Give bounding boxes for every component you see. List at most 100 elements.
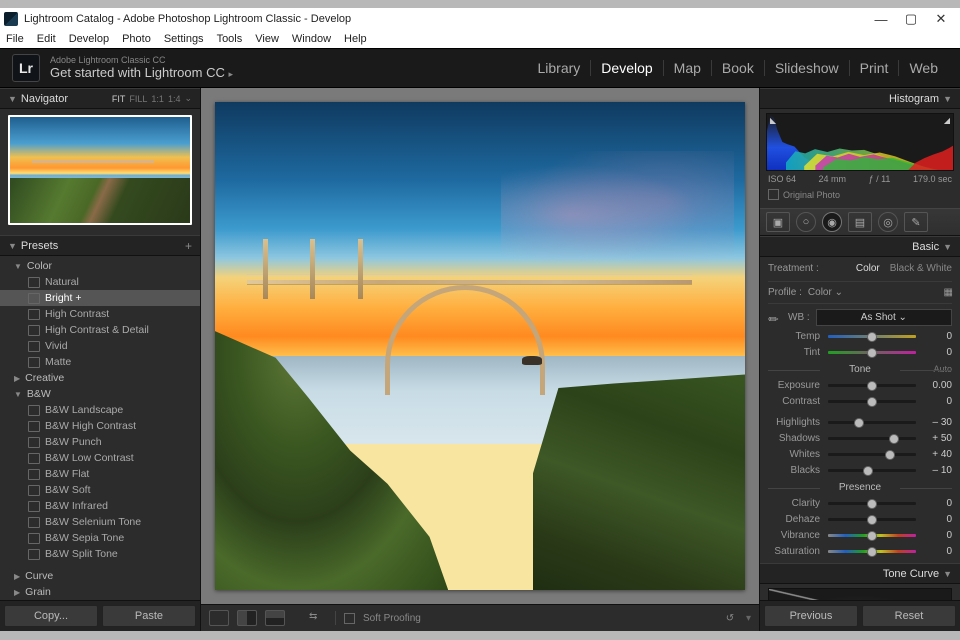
preset-group-curve[interactable]: ▶Curve: [0, 568, 200, 584]
preset-item[interactable]: B&W Low Contrast: [0, 450, 200, 466]
add-preset-icon[interactable]: +: [185, 239, 192, 253]
right-panel: Histogram ▼ ◣ ◢ ISO 64 24 mm ƒ / 11 179.…: [759, 88, 960, 631]
module-slideshow[interactable]: Slideshow: [765, 60, 850, 76]
menu-window[interactable]: Window: [288, 33, 335, 45]
preset-item[interactable]: B&W Sepia Tone: [0, 530, 200, 546]
nav-ratio-menu-icon[interactable]: ⌄: [184, 93, 192, 104]
preset-item[interactable]: Vivid: [0, 338, 200, 354]
tint-slider[interactable]: [828, 351, 916, 354]
wb-label: WB :: [788, 312, 810, 323]
nav-ratio[interactable]: 1:4: [168, 94, 181, 104]
gradient-tool-icon[interactable]: ▤: [848, 212, 872, 232]
menu-tools[interactable]: Tools: [213, 33, 247, 45]
eyedropper-icon[interactable]: ✎: [765, 308, 785, 328]
menu-photo[interactable]: Photo: [118, 33, 155, 45]
shadows-slider[interactable]: [828, 437, 916, 440]
preset-item[interactable]: B&W High Contrast: [0, 418, 200, 434]
blacks-slider[interactable]: [828, 469, 916, 472]
copy-button[interactable]: Copy...: [4, 605, 98, 627]
treatment-bw[interactable]: Black & White: [890, 263, 952, 274]
preset-item[interactable]: B&W Selenium Tone: [0, 514, 200, 530]
preset-item[interactable]: B&W Flat: [0, 466, 200, 482]
presets-title: Presets: [21, 240, 58, 252]
basic-header[interactable]: Basic ▼: [760, 236, 960, 257]
module-book[interactable]: Book: [712, 60, 765, 76]
vibrance-slider[interactable]: [828, 534, 916, 537]
previous-button[interactable]: Previous: [764, 605, 858, 627]
nav-fit[interactable]: FIT: [112, 94, 126, 104]
preset-item[interactable]: B&W Landscape: [0, 402, 200, 418]
crop-tool-icon[interactable]: ▣: [766, 212, 790, 232]
preset-item[interactable]: B&W Infrared: [0, 498, 200, 514]
close-button[interactable]: ✕: [926, 8, 956, 30]
preset-item[interactable]: High Contrast: [0, 306, 200, 322]
module-develop[interactable]: Develop: [591, 60, 663, 76]
preset-group-creative[interactable]: ▶Creative: [0, 370, 200, 386]
navigator-header[interactable]: ▼ Navigator FIT FILL 1:1 1:4 ⌄: [0, 88, 200, 109]
nav-fill[interactable]: FILL: [129, 94, 147, 104]
identity-plate[interactable]: Adobe Lightroom Classic CC Get started w…: [50, 56, 233, 80]
menu-edit[interactable]: Edit: [33, 33, 60, 45]
preset-item[interactable]: Natural: [0, 274, 200, 290]
menu-file[interactable]: File: [2, 33, 28, 45]
reset-button[interactable]: Reset: [862, 605, 956, 627]
swap-icon[interactable]: ⇆: [309, 611, 327, 625]
whites-slider[interactable]: [828, 453, 916, 456]
menu-settings[interactable]: Settings: [160, 33, 208, 45]
soft-proof-checkbox[interactable]: [344, 613, 355, 624]
radial-tool-icon[interactable]: ◎: [878, 212, 898, 232]
menu-view[interactable]: View: [251, 33, 283, 45]
nav-1to1[interactable]: 1:1: [151, 94, 164, 104]
redeye-tool-icon[interactable]: ◉: [822, 212, 842, 232]
minimize-button[interactable]: —: [866, 8, 896, 30]
preset-group-bw[interactable]: ▼B&W: [0, 386, 200, 402]
loupe-view-icon[interactable]: [209, 610, 229, 626]
histogram-chart[interactable]: ◣ ◢: [766, 113, 954, 171]
saturation-slider[interactable]: [828, 550, 916, 553]
tonecurve-chart[interactable]: [768, 588, 952, 600]
menu-develop[interactable]: Develop: [65, 33, 113, 45]
preset-item[interactable]: Matte: [0, 354, 200, 370]
original-checkbox[interactable]: [768, 189, 779, 200]
toolbar-switch-icon[interactable]: ↺: [722, 610, 738, 626]
maximize-button[interactable]: ▢: [896, 8, 926, 30]
histogram-header[interactable]: Histogram ▼: [760, 88, 960, 109]
profile-grid-icon[interactable]: ▦: [944, 287, 952, 298]
auto-button[interactable]: Auto: [933, 364, 952, 374]
preset-item[interactable]: High Contrast & Detail: [0, 322, 200, 338]
before-after-v-icon[interactable]: [265, 610, 285, 626]
presets-header[interactable]: ▼ Presets +: [0, 235, 200, 256]
menu-help[interactable]: Help: [340, 33, 371, 45]
preset-group-color[interactable]: ▼Color: [0, 258, 200, 274]
toolbar-menu-icon[interactable]: ▾: [746, 613, 751, 624]
spot-tool-icon[interactable]: ○: [796, 212, 816, 232]
preset-item[interactable]: B&W Punch: [0, 434, 200, 450]
preset-item[interactable]: Bright +: [0, 290, 200, 306]
paste-button[interactable]: Paste: [102, 605, 196, 627]
shadow-clip-icon[interactable]: ◣: [770, 116, 776, 125]
dehaze-slider[interactable]: [828, 518, 916, 521]
profile-label: Profile :: [768, 287, 802, 298]
treatment-color[interactable]: Color: [856, 263, 880, 274]
profile-dropdown[interactable]: Color ⌄: [808, 287, 938, 298]
preset-item[interactable]: B&W Soft: [0, 482, 200, 498]
module-library[interactable]: Library: [528, 60, 592, 76]
main-photo[interactable]: [215, 102, 745, 590]
module-map[interactable]: Map: [664, 60, 712, 76]
brush-tool-icon[interactable]: ✎: [904, 212, 928, 232]
highlight-clip-icon[interactable]: ◢: [944, 116, 950, 125]
exposure-slider[interactable]: [828, 384, 916, 387]
temp-slider[interactable]: [828, 335, 916, 338]
highlights-slider[interactable]: [828, 421, 916, 424]
preset-group-grain[interactable]: ▶Grain: [0, 584, 200, 600]
treatment-label: Treatment :: [768, 263, 819, 274]
before-after-h-icon[interactable]: [237, 610, 257, 626]
preset-item[interactable]: B&W Split Tone: [0, 546, 200, 562]
module-print[interactable]: Print: [850, 60, 900, 76]
wb-dropdown[interactable]: As Shot ⌄: [816, 309, 952, 326]
module-web[interactable]: Web: [899, 60, 948, 76]
contrast-slider[interactable]: [828, 400, 916, 403]
clarity-slider[interactable]: [828, 502, 916, 505]
tonecurve-header[interactable]: Tone Curve ▼: [760, 563, 960, 584]
navigator-thumbnail[interactable]: [8, 115, 192, 225]
